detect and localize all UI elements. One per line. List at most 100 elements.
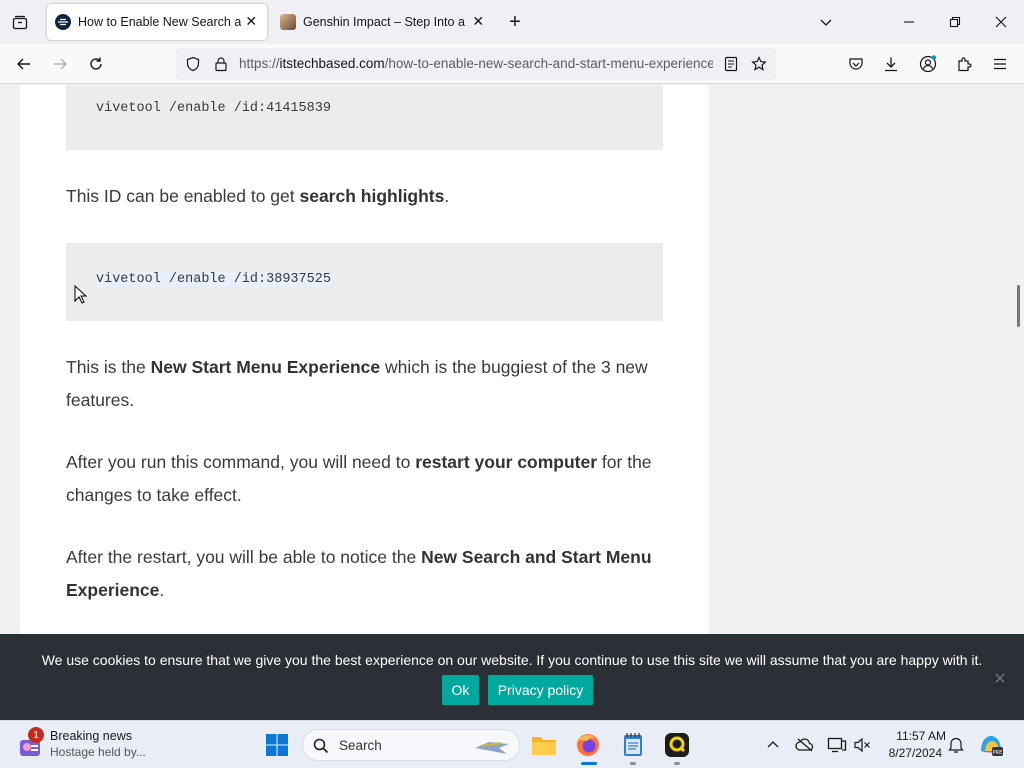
bold-text: New Start Menu Experience bbox=[150, 357, 381, 377]
chevron-up-icon bbox=[767, 741, 779, 748]
paragraph: This is the New Start Menu Experience wh… bbox=[66, 351, 666, 417]
puzzle-icon bbox=[958, 57, 972, 72]
back-button[interactable] bbox=[10, 50, 38, 78]
minimize-icon bbox=[904, 21, 914, 23]
close-icon bbox=[995, 16, 1007, 28]
news-subtitle: Hostage held by... bbox=[50, 745, 146, 759]
copilot-icon: PRE bbox=[981, 736, 1003, 756]
app-taskbar-button[interactable] bbox=[662, 730, 692, 760]
url-text[interactable]: https://itstechbased.com/how-to-enable-n… bbox=[239, 56, 713, 71]
search-highlight-icon bbox=[475, 742, 509, 754]
search-label: Search bbox=[339, 738, 382, 753]
app-menu-button[interactable] bbox=[986, 50, 1014, 78]
tab-title: How to Enable New Search and Start Menu … bbox=[78, 15, 242, 29]
restore-button[interactable] bbox=[940, 8, 970, 36]
paragraph: After you run this command, you will nee… bbox=[66, 446, 666, 512]
tab-how-to-enable[interactable]: How to Enable New Search and Start Menu … bbox=[47, 4, 267, 40]
network-icon bbox=[827, 737, 847, 753]
forward-button[interactable] bbox=[46, 50, 74, 78]
cookie-notice-text: We use cookies to ensure that we give yo… bbox=[41, 652, 983, 668]
account-icon bbox=[919, 55, 937, 73]
tab-list-icon bbox=[12, 15, 28, 30]
notification-badge: 1 bbox=[28, 727, 44, 743]
windows-logo-icon bbox=[266, 734, 288, 756]
restore-icon bbox=[949, 16, 961, 28]
code-block: vivetool /enable /id:41415839 bbox=[66, 85, 663, 150]
tab-overflow-button[interactable] bbox=[811, 8, 841, 36]
reload-icon bbox=[90, 57, 102, 70]
close-tab-icon[interactable]: ✕ bbox=[243, 14, 259, 30]
lock-icon[interactable] bbox=[213, 56, 229, 72]
extensions-button[interactable] bbox=[950, 50, 978, 78]
downloads-button[interactable] bbox=[877, 50, 905, 78]
shield-icon[interactable] bbox=[185, 56, 201, 72]
bold-text: search highlights bbox=[299, 186, 445, 206]
windows-taskbar: 1 Breaking news Hostage held by... Searc… bbox=[0, 720, 1024, 768]
code-text-selected[interactable]: vivetool /enable /id:38937525 bbox=[96, 272, 331, 287]
file-explorer-button[interactable] bbox=[529, 730, 559, 760]
page-scrollbar-thumb[interactable] bbox=[1017, 285, 1020, 327]
firefox-icon bbox=[577, 734, 599, 756]
clock-date: 8/27/2024 bbox=[888, 746, 942, 760]
bookmark-star-icon[interactable] bbox=[751, 56, 767, 72]
chevron-down-icon bbox=[820, 19, 832, 26]
close-tab-icon[interactable]: ✕ bbox=[470, 14, 486, 30]
volume-button[interactable] bbox=[847, 730, 877, 760]
reader-view-icon[interactable] bbox=[723, 56, 739, 72]
paragraph: After the restart, you will be able to n… bbox=[66, 541, 666, 607]
tab-genshin-impact[interactable]: Genshin Impact – Step Into a Vast Magica… bbox=[272, 4, 494, 40]
bell-icon bbox=[948, 737, 964, 753]
taskbar-search[interactable]: Search bbox=[302, 729, 520, 761]
app-q-icon bbox=[665, 733, 689, 757]
text: . bbox=[159, 580, 165, 600]
bold-text: restart your computer bbox=[415, 452, 598, 472]
code-text[interactable]: vivetool /enable /id:41415839 bbox=[96, 101, 331, 116]
mouse-cursor-icon bbox=[74, 285, 88, 304]
text: This is the bbox=[66, 357, 151, 377]
clock-time: 11:57 AM bbox=[896, 729, 946, 743]
arrow-left-icon bbox=[17, 58, 30, 70]
show-hidden-icons-button[interactable] bbox=[758, 730, 788, 760]
address-bar[interactable]: https://itstechbased.com/how-to-enable-n… bbox=[176, 48, 776, 80]
reload-button[interactable] bbox=[82, 50, 110, 78]
text: This ID can be enabled to get bbox=[66, 186, 300, 206]
cookie-close-icon[interactable]: ✕ bbox=[990, 668, 1010, 688]
paragraph: This ID can be enabled to get search hig… bbox=[66, 180, 666, 213]
genshin-favicon-icon bbox=[280, 14, 296, 30]
onedrive-button[interactable] bbox=[790, 730, 820, 760]
privacy-policy-button[interactable]: Privacy policy bbox=[488, 675, 593, 705]
svg-text:PRE: PRE bbox=[993, 750, 1003, 756]
cookie-consent-banner: We use cookies to ensure that we give yo… bbox=[0, 634, 1024, 720]
cookie-ok-button[interactable]: Ok bbox=[442, 675, 479, 705]
tab-strip: How to Enable New Search and Start Menu … bbox=[0, 0, 1024, 44]
list-all-tabs-button[interactable] bbox=[8, 10, 32, 34]
arrow-right-icon bbox=[54, 58, 67, 70]
itstechbased-favicon-icon bbox=[55, 14, 71, 30]
tab-title: Genshin Impact – Step Into a Vast Magica… bbox=[303, 15, 468, 29]
url-path: /how-to-enable-new-search-and-start-menu… bbox=[384, 56, 713, 71]
folder-icon bbox=[532, 737, 556, 755]
url-domain: itstechbased.com bbox=[279, 56, 385, 71]
cloud-offline-icon bbox=[795, 738, 814, 752]
download-icon bbox=[885, 57, 897, 72]
notepad-taskbar-button[interactable] bbox=[618, 730, 648, 760]
news-title: Breaking news bbox=[50, 729, 132, 743]
firefox-taskbar-button[interactable] bbox=[573, 730, 603, 760]
pocket-icon bbox=[849, 58, 863, 70]
notifications-button[interactable] bbox=[941, 730, 971, 760]
search-icon bbox=[313, 738, 329, 754]
text: . bbox=[444, 186, 450, 206]
copilot-button[interactable]: PRE bbox=[976, 730, 1006, 760]
close-window-button[interactable] bbox=[986, 8, 1016, 36]
pocket-button[interactable] bbox=[842, 50, 870, 78]
hamburger-menu-icon bbox=[994, 58, 1006, 70]
start-button[interactable] bbox=[262, 730, 292, 760]
page-viewport[interactable]: vivetool /enable /id:41415839 This ID ca… bbox=[0, 85, 1024, 720]
minimize-button[interactable] bbox=[894, 8, 924, 36]
code-block: vivetool /enable /id:38937525 bbox=[66, 243, 663, 321]
new-tab-button[interactable]: + bbox=[503, 10, 527, 34]
running-app-indicator bbox=[674, 762, 680, 765]
account-button[interactable] bbox=[914, 50, 942, 78]
navigation-toolbar: https://itstechbased.com/how-to-enable-n… bbox=[0, 44, 1024, 84]
running-app-indicator bbox=[630, 762, 636, 765]
